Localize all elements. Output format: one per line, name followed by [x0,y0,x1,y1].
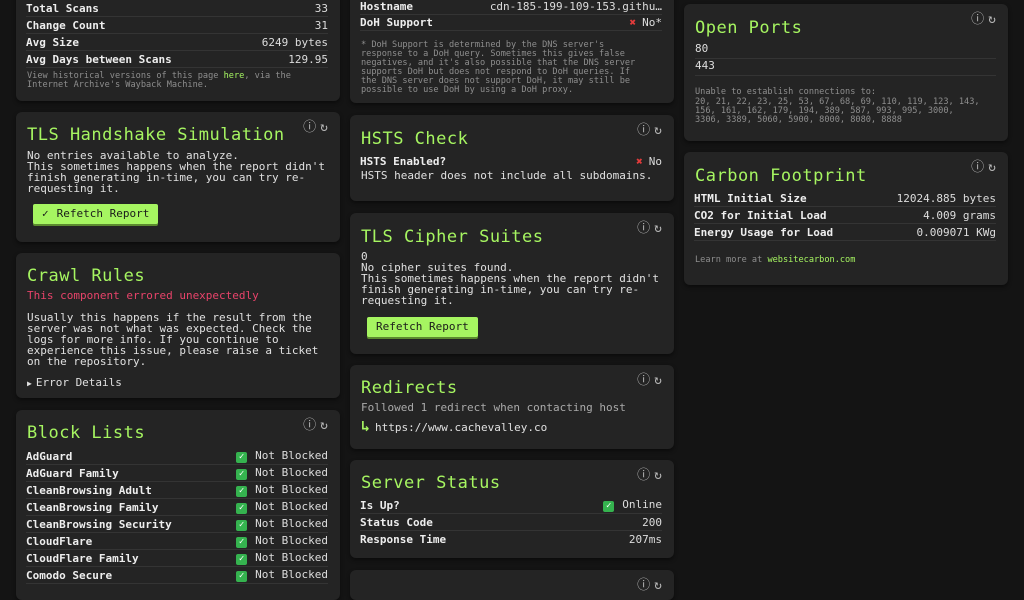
block-list-row: CloudFlare ✓ Not Blocked [26,533,328,550]
history-row: Change Count 31 [26,17,328,34]
refresh-icon[interactable]: ↻ [654,221,666,236]
refresh-icon[interactable]: ↻ [320,120,332,135]
check-icon: ✓ [236,537,248,548]
history-row: Avg Size 6249 bytes [26,34,328,51]
carbon-footprint-card: ⓘ↻ Carbon Footprint HTML Initial Size 120… [684,152,1008,285]
arrow-icon: ↳ [361,417,371,435]
info-icon[interactable]: ⓘ [303,116,320,135]
refresh-icon[interactable]: ↻ [654,468,666,483]
cipher-suites-card: ⓘ↻ TLS Cipher Suites 0 No cipher suites … [350,213,674,354]
check-icon: ✓ [42,207,49,220]
card-title: Carbon Footprint [695,166,867,186]
carbon-row: CO2 for Initial Load 4.009 grams [694,207,996,224]
check-icon: ✓ [236,571,248,582]
redirects-card: ⓘ↻ Redirects Followed 1 redirect when co… [350,365,674,449]
triangle-icon: ▶ [27,379,32,388]
dns-server-card: Hostname cdn-185-199-109-153.githu… DoH S… [350,0,674,103]
wayback-link[interactable]: here [224,71,245,81]
card-title: Redirects [361,378,458,398]
check-icon: ✓ [236,520,248,531]
refetch-report-button[interactable]: ✓ Refetch Report [33,204,159,224]
hsts-row: HSTS Enabled? ✖ No [360,154,662,168]
status-row: Is Up? ✓ Online [360,497,662,514]
redirects-body: Followed 1 redirect when contacting host [361,401,626,414]
error-details-toggle[interactable]: ▶ Error Details [27,377,328,389]
crawl-rules-card: Crawl Rules This component errored unexp… [16,253,340,398]
cross-icon: ✖ [629,15,637,29]
doh-row: DoH Support ✖ No* [360,14,662,31]
card-title: Block Lists [27,423,146,443]
open-port: 80 [695,42,996,59]
block-list-row: CloudFlare Family ✓ Not Blocked [26,550,328,567]
refresh-icon[interactable]: ↻ [988,160,1000,175]
card-title: Server Status [361,473,501,493]
check-icon: ✓ [603,501,615,512]
carbon-row: Energy Usage for Load 0.009071 KWg [694,224,996,241]
doh-note: * DoH Support is determined by the DNS s… [361,40,636,95]
refresh-icon[interactable]: ↻ [654,578,666,593]
websitecarbon-link[interactable]: websitecarbon.com [767,255,855,265]
block-list-row: CleanBrowsing Adult ✓ Not Blocked [26,482,328,499]
cipher-body: 0 No cipher suites found. This sometimes… [361,250,660,307]
card-title: Open Ports [695,18,803,38]
info-icon[interactable]: ⓘ [637,464,654,483]
refresh-icon[interactable]: ↻ [320,418,332,433]
archive-history-card: Total Scans 33 Change Count 31 Avg Size 624… [16,0,340,101]
next-card: ⓘ↻ [350,570,674,600]
card-title: TLS Cipher Suites [361,227,544,247]
info-icon[interactable]: ⓘ [637,217,654,236]
tls-handshake-body: No entries available to analyze. This so… [27,149,326,195]
info-icon[interactable]: ⓘ [637,369,654,388]
block-lists-card: ⓘ↻ Block Lists AdGuard ✓ Not Blocked AdGuar… [16,410,340,600]
crawl-rules-body: Usually this happens if the result from … [27,311,319,368]
carbon-row: HTML Initial Size 12024.885 bytes [694,190,996,207]
check-icon: ✓ [236,469,248,480]
tls-handshake-card: ⓘ↻ TLS Handshake Simulation No entries a… [16,112,340,242]
cross-icon: ✖ [636,154,643,168]
refresh-icon[interactable]: ↻ [988,12,1000,27]
history-row: Avg Days between Scans 129.95 [26,51,328,68]
error-message: This component errored unexpectedly [27,289,259,302]
block-list-row: CleanBrowsing Family ✓ Not Blocked [26,499,328,516]
history-row: Total Scans 33 [26,0,328,17]
info-icon[interactable]: ⓘ [637,119,654,138]
open-port: 443 [695,59,996,76]
hostname-row: Hostname cdn-185-199-109-153.githu… [360,0,662,15]
hsts-card: ⓘ↻ HSTS Check HSTS Enabled? ✖ No HSTS head… [350,115,674,201]
block-list-row: AdGuard ✓ Not Blocked [26,448,328,465]
server-status-card: ⓘ↻ Server Status Is Up? ✓ Online Status Co… [350,460,674,558]
card-title: HSTS Check [361,129,469,149]
closed-ports-label: Unable to establish connections to: [695,87,877,97]
refresh-icon[interactable]: ↻ [654,123,666,138]
info-icon[interactable]: ⓘ [303,414,320,433]
refresh-icon[interactable]: ↻ [654,373,666,388]
closed-ports-list: 20, 21, 22, 23, 25, 53, 67, 68, 69, 110,… [695,97,980,125]
refetch-report-button[interactable]: Refetch Report [367,317,478,337]
status-row: Status Code 200 [360,514,662,531]
open-ports-card: ⓘ↻ Open Ports 80 443 Unable to establish… [684,4,1008,141]
check-icon: ✓ [236,452,248,463]
status-row: Response Time 207ms [360,532,662,546]
check-icon: ✓ [236,486,248,497]
card-title: Crawl Rules [27,266,146,286]
history-note: View historical versions of this page he… [27,71,291,90]
info-icon[interactable]: ⓘ [971,156,988,175]
hsts-body: HSTS header does not include all subdoma… [361,169,653,182]
check-icon: ✓ [236,503,248,514]
info-icon[interactable]: ⓘ [971,8,988,27]
check-icon: ✓ [236,554,248,565]
block-list-row: CleanBrowsing Security ✓ Not Blocked [26,516,328,533]
carbon-learn-more: Learn more at websitecarbon.com [695,255,856,265]
block-list-row: AdGuard Family ✓ Not Blocked [26,465,328,482]
card-title: TLS Handshake Simulation [27,125,285,145]
block-list-row: Comodo Secure ✓ Not Blocked [26,567,328,584]
redirect-url: ↳ https://www.cachevalley.co [361,417,548,435]
